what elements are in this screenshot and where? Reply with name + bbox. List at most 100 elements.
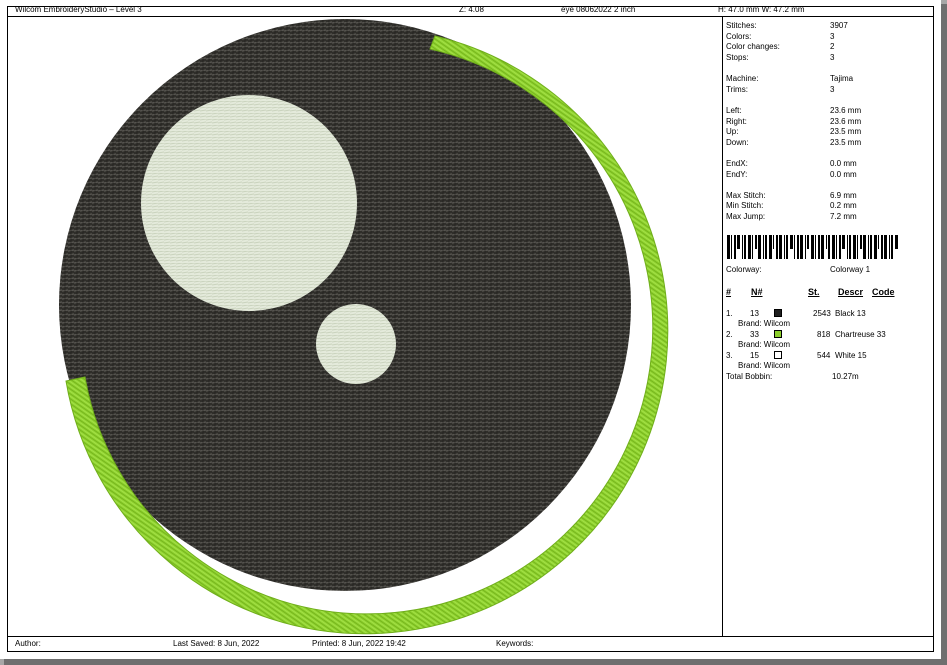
barcode-bar: [849, 235, 851, 259]
info-panel-divider: [722, 16, 723, 637]
small-highlight-circle: [316, 304, 396, 384]
stat-right: Right: 23.6 mm: [726, 117, 862, 126]
barcode-bar: [815, 235, 816, 259]
app-title: Wilcom EmbroideryStudio – Level 3: [15, 5, 142, 14]
stat-min-stitch: Min Stitch: 0.2 mm: [726, 201, 857, 210]
footer-last-saved: Last Saved: 8 Jun, 2022: [173, 639, 260, 648]
barcode-bar: [763, 235, 764, 259]
barcode-bar: [737, 235, 740, 249]
row-stitches: 2543: [813, 309, 831, 318]
barcode-bar: [794, 235, 795, 259]
row-description: Black 13: [835, 309, 866, 318]
total-bobbin-label: Total Bobbin:: [726, 372, 773, 381]
barcode-bar: [752, 235, 753, 259]
col-header-description: Descr: [838, 287, 864, 297]
barcode-bar: [895, 235, 898, 249]
barcode-bar: [863, 235, 866, 259]
row-needle: 13: [750, 309, 759, 318]
barcode-bar: [870, 235, 872, 259]
barcode-bar: [884, 235, 887, 259]
thread-color-swatch: [774, 309, 782, 317]
barcode-bar: [881, 235, 883, 259]
thread-color-swatch: [774, 330, 782, 338]
barcode-bar: [755, 235, 757, 249]
barcode-bar: [842, 235, 845, 249]
row-needle: 33: [750, 330, 759, 339]
col-header-stitches: St.: [808, 287, 820, 297]
stat-trims: Trims: 3: [726, 85, 835, 94]
barcode-bar: [839, 235, 841, 259]
design-name: eye 08062022 2 inch: [561, 5, 636, 14]
barcode-bar: [811, 235, 814, 259]
barcode-bar: [860, 235, 862, 249]
barcode-bar: [818, 235, 820, 259]
col-header-code: Code: [872, 287, 895, 297]
row-description: Chartreuse 33: [835, 330, 886, 339]
row-stitches: 544: [817, 351, 831, 360]
barcode-bar: [800, 235, 803, 259]
barcode-bar: [878, 235, 879, 249]
stat-machine: Machine: Tajima: [726, 74, 854, 83]
barcode-bar: [776, 235, 778, 259]
colorway-value: Colorway 1: [830, 265, 871, 274]
col-header-number: #: [726, 287, 732, 297]
footer-author: Author:: [15, 639, 41, 648]
stat-stops: Stops: 3: [726, 53, 835, 62]
page-shadow-bottom: [4, 659, 947, 665]
row-needle: 15: [750, 351, 759, 360]
barcode-bar: [731, 235, 732, 259]
zoom-level: Z: 4.08: [459, 5, 484, 14]
barcode-bar: [868, 235, 869, 259]
barcode-bar: [797, 235, 799, 259]
barcode-bar: [874, 235, 877, 259]
stat-max-stitch: Max Stitch: 6.9 mm: [726, 191, 857, 200]
stat-colors: Colors: 3: [726, 32, 835, 41]
colorway-label: Colorway:: [726, 265, 762, 274]
barcode-bar: [748, 235, 751, 259]
footer-divider: [7, 636, 934, 637]
barcode-bar: [889, 235, 890, 259]
barcode-bar: [847, 235, 848, 259]
barcode-bar: [779, 235, 782, 259]
row-number: 1.: [726, 309, 733, 318]
row-description: White 15: [835, 351, 867, 360]
page-shadow-right: [941, 4, 947, 665]
row-number: 2.: [726, 330, 733, 339]
stat-color-changes: Color changes: 2: [726, 42, 835, 51]
embroidery-design-preview: [59, 19, 669, 635]
barcode-bar: [784, 235, 785, 259]
col-header-needle: N#: [751, 287, 763, 297]
barcode-bar: [853, 235, 856, 259]
barcode-bar: [832, 235, 835, 259]
row-number: 3.: [726, 351, 733, 360]
barcode-bar: [805, 235, 806, 259]
barcode-bar: [758, 235, 761, 259]
barcode-bar: [807, 235, 809, 249]
stat-up: Up: 23.5 mm: [726, 127, 862, 136]
barcode-bar: [790, 235, 793, 249]
stat-max-jump: Max Jump: 7.2 mm: [726, 212, 857, 221]
barcode-bar: [773, 235, 774, 249]
row-stitches: 818: [817, 330, 831, 339]
large-highlight-circle: [141, 95, 357, 311]
footer-keywords: Keywords:: [496, 639, 534, 648]
barcode-bar: [734, 235, 736, 259]
stat-endx: EndX: 0.0 mm: [726, 159, 857, 168]
barcode-bar: [836, 235, 837, 259]
barcode-bar: [828, 235, 830, 259]
footer-printed: Printed: 8 Jun, 2022 19:42: [312, 639, 406, 648]
barcode-bar: [744, 235, 746, 259]
barcode-bar: [742, 235, 743, 259]
barcode-bar: [765, 235, 767, 259]
barcode-bar: [786, 235, 788, 259]
barcode-bar: [769, 235, 772, 259]
stat-left: Left: 23.6 mm: [726, 106, 862, 115]
stat-endy: EndY: 0.0 mm: [726, 170, 857, 179]
barcode-bar: [826, 235, 827, 249]
barcode-bar: [891, 235, 893, 259]
row-brand: Brand: Wilcom: [738, 319, 791, 328]
row-brand: Brand: Wilcom: [738, 340, 791, 349]
row-brand: Brand: Wilcom: [738, 361, 791, 370]
stat-down: Down: 23.5 mm: [726, 138, 862, 147]
barcode-bar: [727, 235, 730, 259]
